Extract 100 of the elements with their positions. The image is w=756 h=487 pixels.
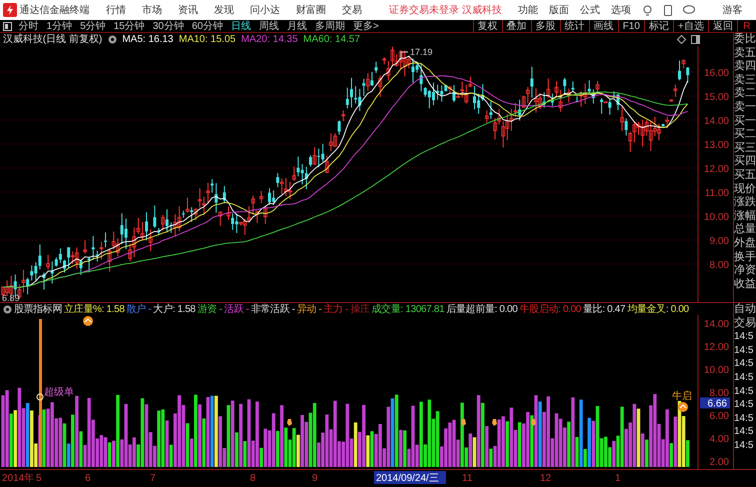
toolbar-button[interactable]: 多股 xyxy=(530,20,560,32)
period-tab[interactable]: 周线 xyxy=(255,20,283,32)
axis-label: 12.00 xyxy=(704,164,729,175)
toolbar-button[interactable]: 复权 xyxy=(472,20,502,32)
axis-label: 4.00 xyxy=(710,434,729,445)
quote-label: 委比 xyxy=(734,33,756,47)
quote-label: 卖五 xyxy=(734,46,756,60)
menu-item[interactable]: 选项 xyxy=(610,2,631,18)
date-label: 8 xyxy=(250,473,256,484)
period-tab[interactable]: 15分钟 xyxy=(110,20,149,32)
indicator-value: 异动 - xyxy=(296,302,322,316)
period-tab[interactable]: 分时 xyxy=(14,20,42,32)
axis-label: 13.00 xyxy=(704,140,729,151)
signal-label: 牛启 xyxy=(672,391,692,402)
quote-label: 收益 xyxy=(734,278,756,292)
date-label: 9 xyxy=(312,473,318,484)
quote-label: 外盘 xyxy=(734,236,756,250)
time-label: 14:5 xyxy=(734,370,754,385)
moving-average-value: MA20: 14.35 xyxy=(241,33,298,46)
indicator-title: 股票指标网 xyxy=(14,302,62,316)
axis-label: 11.00 xyxy=(704,188,729,199)
indicator-value: 游资 - xyxy=(197,302,222,316)
menu-item[interactable]: 资讯 xyxy=(178,2,198,18)
quote-label: 买三 xyxy=(734,142,756,155)
axis-label: 10.00 xyxy=(704,212,729,223)
date-label: 2014/09/24/三 xyxy=(374,471,446,484)
date-label: 11 xyxy=(462,473,472,484)
menu-item[interactable]: 公式 xyxy=(580,2,600,18)
moving-average-value: MA5: 16.13 xyxy=(122,33,174,46)
quote-label: 现价 xyxy=(734,182,756,196)
date-label: 7 xyxy=(150,473,156,484)
date-label: 2014年 xyxy=(2,473,34,484)
quote-label: 卖二 xyxy=(734,87,756,101)
indicator-value: 散户 - xyxy=(126,302,152,316)
period-tab[interactable]: 30分钟 xyxy=(148,20,188,32)
time-label: 14:5 xyxy=(734,344,754,358)
quote-label: 换手 xyxy=(734,250,756,264)
user-label[interactable]: 游客 xyxy=(722,2,742,18)
menu-item[interactable]: 行情 xyxy=(106,2,126,18)
menu-item[interactable]: 发现 xyxy=(214,2,234,18)
period-tab[interactable]: 60分钟 xyxy=(188,20,227,32)
quote-label: 买四 xyxy=(734,155,756,169)
toolbar-button[interactable]: 返回 xyxy=(708,20,737,32)
period-tab[interactable]: 多周期 xyxy=(311,20,349,32)
quote-label: 买二 xyxy=(734,128,756,142)
menu-item[interactable]: 市场 xyxy=(142,2,162,18)
period-tab[interactable]: 更多> xyxy=(349,20,383,32)
time-label: 14:5 xyxy=(734,384,754,398)
time-label: 14:5 xyxy=(734,412,754,426)
toolbar-button[interactable]: +自选 xyxy=(672,20,708,32)
toolbar-button[interactable]: F10 xyxy=(618,20,644,32)
menu-item[interactable]: 交易 xyxy=(342,2,362,18)
axis-label: 14.00 xyxy=(704,319,729,330)
indicator-value: 立庄量%: 1.58 xyxy=(64,302,124,316)
date-label: 12 xyxy=(540,473,552,484)
toolbar-button[interactable]: 统计 xyxy=(560,20,589,32)
time-label: 14:5 xyxy=(734,438,754,453)
axis-label: 14.00 xyxy=(704,116,729,127)
axis-label: 6.00 xyxy=(710,411,729,422)
time-label: 14:5 xyxy=(734,330,754,344)
app-title: 通达信金融终端 xyxy=(20,4,90,18)
signal-label: 超级单 xyxy=(44,387,74,398)
axis-label: 15.00 xyxy=(704,92,729,103)
menu-item[interactable]: 财富圈 xyxy=(296,2,326,18)
quote-label: 卖三 xyxy=(734,74,756,87)
indicator-value: 后量超前量: 0.00 xyxy=(446,302,518,316)
indicator-value: 成交量: 13067.81 xyxy=(372,302,444,316)
quote-label: 总量 xyxy=(734,223,756,237)
quote-label: 净资 xyxy=(734,264,756,278)
indicator-value: 操庄 xyxy=(350,302,370,316)
period-tab[interactable]: 1分钟 xyxy=(42,20,76,32)
menu-item[interactable]: 功能 xyxy=(518,2,538,18)
quote-label: 买一 xyxy=(734,114,756,128)
period-tab[interactable]: 月线 xyxy=(283,20,311,32)
quote-label: 涨幅 xyxy=(734,210,756,223)
period-tab[interactable]: 日线 xyxy=(227,20,255,32)
price-annotation: 17.19 xyxy=(410,47,433,57)
current-value-tag: 6.66 xyxy=(700,397,730,410)
toolbar-button[interactable]: R xyxy=(736,20,756,32)
menu-item[interactable]: 问小达 xyxy=(250,2,280,18)
toolbar-button[interactable]: 标记 xyxy=(644,20,673,32)
axis-label: 8.00 xyxy=(710,260,729,271)
side-button[interactable]: 自动 xyxy=(734,303,756,317)
quote-label: 卖四 xyxy=(734,60,756,74)
chart-title: 汉威科技(日线 前复权) xyxy=(2,33,102,46)
toolbar-button[interactable]: 画线 xyxy=(588,20,618,32)
login-notice: 证券交易未登录 汉威科技 xyxy=(389,4,502,18)
indicator-value: 主力 - xyxy=(324,302,348,316)
toolbar-button[interactable]: 叠加 xyxy=(502,20,531,32)
date-label: 1 xyxy=(615,473,621,484)
axis-label: 12.00 xyxy=(704,342,729,353)
menu-item[interactable]: 版面 xyxy=(548,2,569,18)
date-label: 6 xyxy=(85,473,91,484)
side-button[interactable]: 交易 xyxy=(734,316,756,330)
time-label: 14:5 xyxy=(734,357,754,371)
indicator-value: 量比: 0.47 xyxy=(583,302,626,316)
period-tab[interactable]: 5分钟 xyxy=(76,20,110,32)
date-label: 5 xyxy=(36,473,42,484)
axis-label: 2.00 xyxy=(710,457,729,468)
quote-label: 买五 xyxy=(734,168,756,183)
